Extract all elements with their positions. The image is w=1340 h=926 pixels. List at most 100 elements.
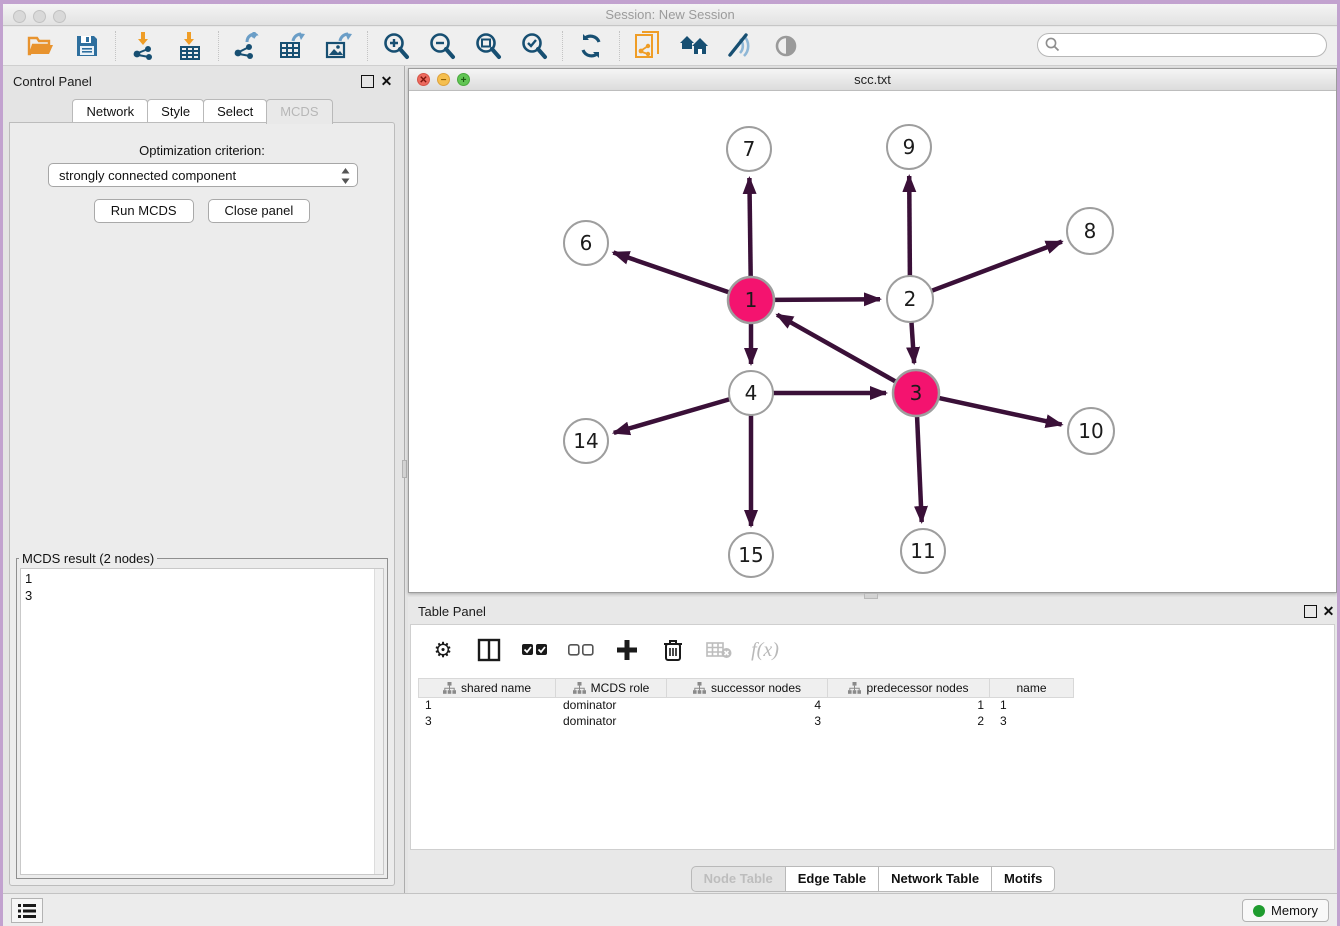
table-cell[interactable]: 2 [831, 714, 994, 730]
home-icon[interactable] [678, 31, 710, 61]
column-header-shared-name[interactable]: shared name [418, 678, 556, 698]
mcds-result-scrollbar[interactable] [374, 569, 383, 874]
task-history-button[interactable] [11, 898, 43, 923]
graph-edge-1-2[interactable] [773, 299, 880, 300]
mcds-result-text: 1 3 [25, 570, 32, 604]
graph-node-7[interactable]: 7 [727, 127, 771, 171]
network-resize-grip[interactable] [864, 593, 878, 599]
criterion-select[interactable]: strongly connected component [48, 163, 358, 187]
show-hidden-icon[interactable] [770, 31, 802, 61]
column-header-name[interactable]: name [989, 678, 1074, 698]
tab-mcds[interactable]: MCDS [266, 99, 332, 124]
search-input[interactable] [1037, 33, 1327, 57]
search-field-wrap [1037, 33, 1327, 57]
graph-node-2[interactable]: 2 [887, 276, 933, 322]
main-toolbar [3, 27, 1337, 66]
svg-text:15: 15 [738, 543, 763, 567]
network-window-titlebar[interactable]: ✕ − + scc.txt [409, 69, 1336, 91]
control-panel-close-icon[interactable]: ✕ [380, 75, 393, 88]
import-table-icon[interactable] [174, 31, 206, 61]
table-settings-gear-icon[interactable]: ⚙ [429, 636, 457, 664]
graph-node-14[interactable]: 14 [564, 419, 608, 463]
graph-node-1[interactable]: 1 [728, 277, 774, 323]
open-session-icon[interactable] [25, 31, 57, 61]
graph-edge-3-1[interactable] [777, 315, 897, 383]
deselect-all-icon[interactable] [567, 636, 595, 664]
graph-node-10[interactable]: 10 [1068, 408, 1114, 454]
table-row[interactable]: 3dominator323 [419, 714, 1079, 730]
tab-style[interactable]: Style [147, 99, 204, 124]
graph-node-6[interactable]: 6 [564, 221, 608, 265]
memory-status-dot [1253, 905, 1265, 917]
table-cell[interactable]: 1 [831, 698, 994, 714]
network-from-selection-icon[interactable] [632, 31, 664, 61]
graph-node-3[interactable]: 3 [893, 370, 939, 416]
add-column-icon[interactable] [613, 636, 641, 664]
tab-network[interactable]: Network [72, 99, 148, 124]
graph-node-9[interactable]: 9 [887, 125, 931, 169]
control-panel-tabs: Network Style Select MCDS [3, 99, 401, 124]
table-row[interactable]: 1dominator411 [419, 698, 1079, 714]
graph-edge-2-3[interactable] [911, 321, 914, 363]
table-cell[interactable]: 4 [669, 698, 831, 714]
svg-text:11: 11 [910, 539, 935, 563]
tab-network-table[interactable]: Network Table [878, 866, 992, 892]
delete-column-icon[interactable] [705, 636, 733, 664]
graph-edge-3-10[interactable] [938, 398, 1062, 425]
panel-splitter[interactable] [401, 66, 408, 893]
zoom-fit-icon[interactable] [472, 31, 504, 61]
zoom-in-icon[interactable] [380, 31, 412, 61]
table-cell[interactable]: 3 [669, 714, 831, 730]
table-cell[interactable]: 1 [419, 698, 557, 714]
splitter-grip[interactable] [402, 460, 407, 478]
app-window: Session: New Session [3, 4, 1337, 926]
zoom-out-icon[interactable] [426, 31, 458, 61]
table-cell[interactable]: 3 [994, 714, 1079, 730]
table-cell[interactable]: 3 [419, 714, 557, 730]
table-cell[interactable]: dominator [557, 714, 669, 730]
graph-edge-2-8[interactable] [931, 242, 1062, 292]
column-header-MCDS-role[interactable]: MCDS role [555, 678, 667, 698]
svg-text:9: 9 [903, 135, 916, 159]
close-panel-button[interactable]: Close panel [208, 199, 311, 223]
session-title: Session: New Session [3, 7, 1337, 22]
graph-node-8[interactable]: 8 [1067, 208, 1113, 254]
select-all-icon[interactable] [521, 636, 549, 664]
graph-edge-1-7[interactable] [749, 178, 750, 278]
import-network-icon[interactable] [128, 31, 160, 61]
hide-selected-icon[interactable] [724, 31, 756, 61]
show-columns-icon[interactable] [475, 636, 503, 664]
mcds-result-area[interactable]: 1 3 [20, 568, 384, 875]
delete-row-trash-icon[interactable] [659, 636, 687, 664]
tab-edge-table[interactable]: Edge Table [785, 866, 879, 892]
export-image-icon[interactable] [323, 31, 355, 61]
column-header-predecessor-nodes[interactable]: predecessor nodes [827, 678, 990, 698]
table-panel-float-button[interactable] [1304, 605, 1317, 618]
save-session-icon[interactable] [71, 31, 103, 61]
graph-node-11[interactable]: 11 [901, 529, 945, 573]
zoom-selected-icon[interactable] [518, 31, 550, 61]
control-panel: Control Panel ✕ Network Style Select MCD… [3, 66, 401, 893]
network-canvas[interactable]: 7 9 6 8 1 2 4 3 14 10 15 11 [409, 91, 1336, 592]
table-cell[interactable]: dominator [557, 698, 669, 714]
export-table-icon[interactable] [277, 31, 309, 61]
svg-text:14: 14 [573, 429, 598, 453]
graph-edge-1-6[interactable] [613, 253, 730, 293]
graph-edge-2-9[interactable] [909, 176, 910, 277]
tab-select[interactable]: Select [203, 99, 267, 124]
memory-button[interactable]: Memory [1242, 899, 1329, 922]
column-header-successor-nodes[interactable]: successor nodes [666, 678, 828, 698]
export-network-icon[interactable] [231, 31, 263, 61]
mcds-result-fieldset: MCDS result (2 nodes) 1 3 [16, 551, 388, 879]
tab-node-table[interactable]: Node Table [691, 866, 786, 892]
graph-node-4[interactable]: 4 [729, 371, 773, 415]
tab-motifs[interactable]: Motifs [991, 866, 1055, 892]
run-mcds-button[interactable]: Run MCDS [94, 199, 194, 223]
control-panel-float-button[interactable] [361, 75, 374, 88]
graph-node-15[interactable]: 15 [729, 533, 773, 577]
table-panel-close-icon[interactable]: ✕ [1322, 605, 1335, 618]
refresh-icon[interactable] [575, 31, 607, 61]
table-cell[interactable]: 1 [994, 698, 1079, 714]
graph-edge-4-14[interactable] [614, 399, 731, 433]
graph-edge-3-11[interactable] [917, 415, 922, 522]
